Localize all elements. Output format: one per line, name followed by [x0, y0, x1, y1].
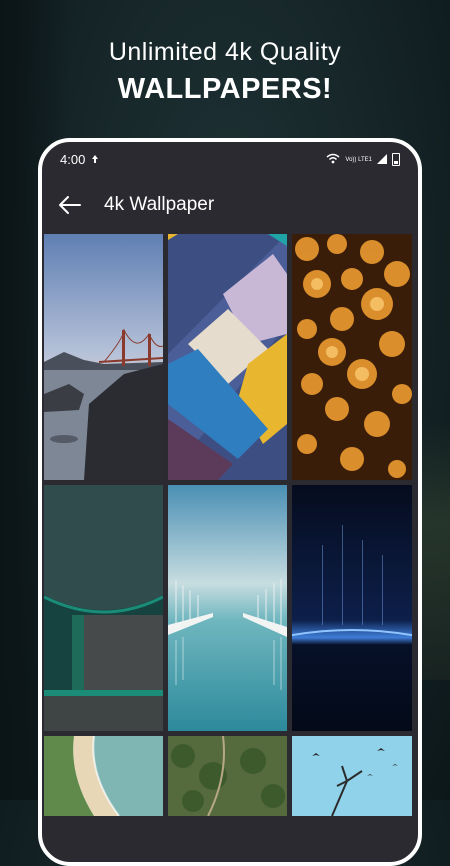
- back-button[interactable]: [42, 177, 98, 233]
- app-bar: 4k Wallpaper: [42, 177, 418, 233]
- promo-line-2: WALLPAPERS!: [117, 73, 333, 105]
- wallpaper-image: [168, 485, 287, 731]
- wallpaper-tile[interactable]: [168, 485, 287, 731]
- battery-icon: [392, 153, 400, 166]
- wifi-icon: [326, 152, 340, 167]
- wallpaper-image: [292, 736, 412, 816]
- page-title: 4k Wallpaper: [104, 194, 215, 215]
- phone-frame: 4:00 Vo)) LTE1 4k Wallpaper: [38, 138, 422, 866]
- wallpaper-tile[interactable]: [44, 736, 163, 816]
- wallpaper-tile[interactable]: [168, 234, 287, 480]
- wallpaper-tile[interactable]: [44, 485, 163, 731]
- promo-headline: Unlimited 4k Quality WALLPAPERS!: [0, 38, 450, 106]
- promo-line-1: Unlimited 4k Quality: [108, 38, 342, 66]
- wallpaper-image: [44, 234, 163, 480]
- wallpaper-image: [292, 485, 412, 731]
- status-time: 4:00: [60, 152, 86, 167]
- arrow-left-icon: [59, 196, 81, 214]
- wallpaper-image: [168, 234, 287, 480]
- wallpaper-tile[interactable]: [168, 736, 287, 816]
- wallpaper-tile[interactable]: [292, 234, 412, 480]
- wallpaper-image: [44, 736, 163, 816]
- notification-icon: [90, 152, 100, 167]
- wallpaper-image: [44, 485, 163, 731]
- wallpaper-image: [292, 234, 412, 480]
- signal-icon: [377, 152, 387, 167]
- wallpaper-image: [168, 736, 287, 816]
- network-label: Vo)) LTE1: [345, 156, 372, 163]
- wallpaper-tile[interactable]: [292, 736, 412, 816]
- wallpaper-tile[interactable]: [44, 234, 163, 480]
- status-bar: 4:00 Vo)) LTE1: [42, 142, 418, 177]
- wallpaper-tile[interactable]: [292, 485, 412, 731]
- wallpaper-grid: [42, 234, 418, 816]
